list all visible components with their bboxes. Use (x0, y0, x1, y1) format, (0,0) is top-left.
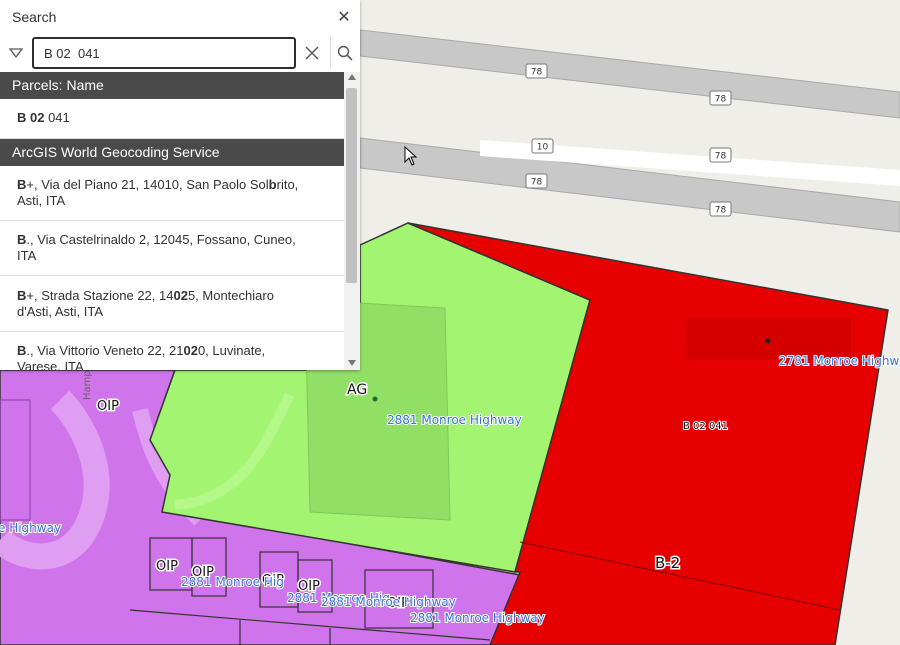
svg-text:78: 78 (715, 152, 727, 162)
address-label: 2781 Monroe Highway (779, 354, 900, 368)
suggestion-item[interactable]: B 02 041 (0, 99, 344, 139)
route-shield-icon: 78 (709, 201, 732, 217)
svg-text:78: 78 (715, 206, 727, 216)
route-shield-icon: 78 (709, 147, 732, 163)
street-label: Hamp (82, 370, 93, 400)
search-widget: Search ✕ Parcels: Name B 02 041 ArcGIS W… (0, 0, 360, 370)
scroll-up-icon[interactable] (348, 74, 356, 80)
svg-text:10: 10 (537, 143, 549, 153)
close-icon[interactable]: ✕ (334, 8, 354, 28)
svg-text:78: 78 (531, 178, 543, 188)
parcel-id-label: B 02 041 (683, 421, 728, 432)
address-label: 2881 Monroe Highway (321, 595, 456, 609)
search-input[interactable] (32, 37, 296, 69)
address-label: 2881 Monroe Highway (387, 413, 522, 427)
scroll-thumb[interactable] (346, 88, 357, 283)
zone-label-oip: OIP (97, 399, 119, 414)
route-shield-icon: 78 (709, 90, 732, 106)
caret-down-icon[interactable] (4, 40, 28, 66)
zone-label-ag: AG (347, 382, 367, 398)
mouse-pointer-icon (404, 146, 418, 166)
svg-text:78: 78 (531, 68, 543, 78)
suggestion-item[interactable]: B+, Via del Piano 21, 14010, San Paolo S… (0, 166, 344, 221)
suggestion-item[interactable]: B., Via Vittorio Veneto 22, 21020, Luvin… (0, 332, 344, 370)
zone-label-b2: B-2 (655, 554, 680, 572)
route-shield-icon: 10 (531, 138, 554, 154)
route-shield-icon: 78 (525, 173, 548, 189)
scroll-down-icon[interactable] (348, 360, 356, 366)
magnifier-icon[interactable] (330, 37, 359, 69)
address-label: e Highway (0, 521, 61, 535)
suggestion-item[interactable]: B., Via Castelrinaldo 2, 12045, Fossano,… (0, 221, 344, 276)
search-title: Search (12, 9, 57, 25)
route-shield-icon: 78 (525, 63, 548, 79)
search-header: Search ✕ (0, 0, 360, 34)
address-point-icon (372, 396, 378, 402)
zone-label-oip: OIP (156, 559, 178, 574)
address-label: 2881 Monroe Hig (181, 575, 284, 589)
clear-x-icon[interactable] (300, 40, 324, 66)
address-label: 2881 Monroe Highway (410, 611, 545, 625)
svg-text:78: 78 (715, 95, 727, 105)
suggestions-list: Parcels: Name B 02 041 ArcGIS World Geoc… (0, 72, 344, 370)
suggestion-group-header: ArcGIS World Geocoding Service (0, 139, 344, 166)
suggestion-item[interactable]: B+, Strada Stazione 22, 14025, Montechia… (0, 276, 344, 332)
suggestions-scrollbar[interactable] (344, 72, 360, 370)
suggestion-group-header: Parcels: Name (0, 72, 344, 99)
